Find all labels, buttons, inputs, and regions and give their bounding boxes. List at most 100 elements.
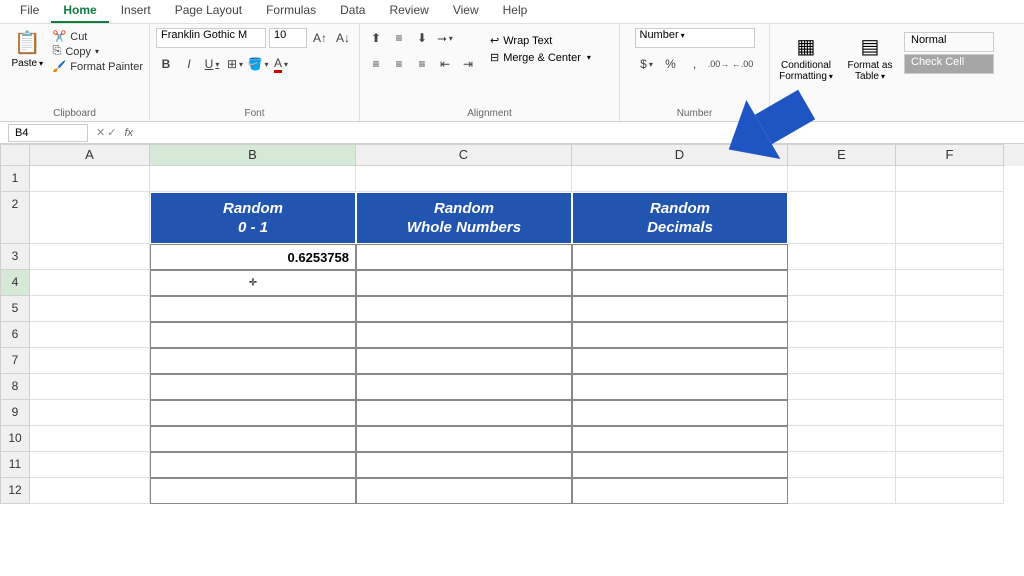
copy-button[interactable]: ⎘Copy▾ — [53, 45, 143, 58]
cell-B2[interactable]: Random 0 - 1 — [150, 192, 356, 244]
cell-C2[interactable]: Random Whole Numbers — [356, 192, 572, 244]
row-header-1[interactable]: 1 — [0, 166, 30, 192]
row-header-8[interactable]: 8 — [0, 374, 30, 400]
cell-E9[interactable] — [788, 400, 896, 426]
cell-E2[interactable] — [788, 192, 896, 244]
cell-F8[interactable] — [896, 374, 1004, 400]
tab-data[interactable]: Data — [328, 0, 377, 23]
cell-D5[interactable] — [572, 296, 788, 322]
tab-file[interactable]: File — [8, 0, 51, 23]
tab-page-layout[interactable]: Page Layout — [163, 0, 254, 23]
percent-icon[interactable]: % — [661, 54, 681, 74]
cell-F1[interactable] — [896, 166, 1004, 192]
cell-A6[interactable] — [30, 322, 150, 348]
align-middle-icon[interactable]: ≡ — [389, 28, 409, 48]
cell-E10[interactable] — [788, 426, 896, 452]
cell-B9[interactable] — [150, 400, 356, 426]
cell-C10[interactable] — [356, 426, 572, 452]
cell-C4[interactable] — [356, 270, 572, 296]
cancel-formula-icon[interactable]: ✕ — [96, 126, 105, 139]
wrap-text-button[interactable]: ↩Wrap Text — [490, 34, 591, 47]
increase-decimal-icon[interactable]: .00→ — [709, 54, 729, 74]
cell-C7[interactable] — [356, 348, 572, 374]
select-all-corner[interactable] — [0, 144, 30, 166]
cell-B8[interactable] — [150, 374, 356, 400]
cell-A2[interactable] — [30, 192, 150, 244]
cell-E1[interactable] — [788, 166, 896, 192]
indent-increase-icon[interactable]: ⇥ — [458, 54, 478, 74]
align-top-icon[interactable]: ⬆ — [366, 28, 386, 48]
col-header-A[interactable]: A — [30, 144, 150, 166]
enter-formula-icon[interactable]: ✓ — [107, 126, 116, 139]
row-header-10[interactable]: 10 — [0, 426, 30, 452]
cell-D8[interactable] — [572, 374, 788, 400]
cell-F4[interactable] — [896, 270, 1004, 296]
cell-D12[interactable] — [572, 478, 788, 504]
cell-E6[interactable] — [788, 322, 896, 348]
cell-D11[interactable] — [572, 452, 788, 478]
align-right-icon[interactable]: ≡ — [412, 54, 432, 74]
cell-F10[interactable] — [896, 426, 1004, 452]
cell-B7[interactable] — [150, 348, 356, 374]
row-header-6[interactable]: 6 — [0, 322, 30, 348]
tab-help[interactable]: Help — [491, 0, 540, 23]
cell-A12[interactable] — [30, 478, 150, 504]
col-header-C[interactable]: C — [356, 144, 572, 166]
bold-button[interactable]: B — [156, 54, 176, 74]
cell-F7[interactable] — [896, 348, 1004, 374]
row-header-12[interactable]: 12 — [0, 478, 30, 504]
borders-button[interactable]: ⊞ — [225, 54, 245, 74]
cell-B10[interactable] — [150, 426, 356, 452]
indent-decrease-icon[interactable]: ⇤ — [435, 54, 455, 74]
cell-E11[interactable] — [788, 452, 896, 478]
decrease-font-icon[interactable]: A↓ — [333, 28, 353, 48]
cell-A8[interactable] — [30, 374, 150, 400]
cell-A1[interactable] — [30, 166, 150, 192]
cell-F5[interactable] — [896, 296, 1004, 322]
format-painter-button[interactable]: 🖌️Format Painter — [53, 60, 143, 73]
cell-C8[interactable] — [356, 374, 572, 400]
cell-C11[interactable] — [356, 452, 572, 478]
cell-B6[interactable] — [150, 322, 356, 348]
row-header-5[interactable]: 5 — [0, 296, 30, 322]
comma-icon[interactable]: , — [685, 54, 705, 74]
cell-E3[interactable] — [788, 244, 896, 270]
cell-D10[interactable] — [572, 426, 788, 452]
cell-B4[interactable]: ✛ — [150, 270, 356, 296]
orientation-icon[interactable]: ⭢ — [435, 28, 455, 48]
cell-A3[interactable] — [30, 244, 150, 270]
cell-D7[interactable] — [572, 348, 788, 374]
cell-A9[interactable] — [30, 400, 150, 426]
font-name-select[interactable]: Franklin Gothic M — [156, 28, 266, 48]
col-header-F[interactable]: F — [896, 144, 1004, 166]
cell-C6[interactable] — [356, 322, 572, 348]
cell-B3[interactable]: 0.6253758 — [150, 244, 356, 270]
cell-E4[interactable] — [788, 270, 896, 296]
cell-E8[interactable] — [788, 374, 896, 400]
cell-F11[interactable] — [896, 452, 1004, 478]
cell-B12[interactable] — [150, 478, 356, 504]
increase-font-icon[interactable]: A↑ — [310, 28, 330, 48]
style-normal[interactable]: Normal — [904, 32, 994, 52]
cell-A4[interactable] — [30, 270, 150, 296]
row-header-4[interactable]: 4 — [0, 270, 30, 296]
number-format-select[interactable]: Number — [635, 28, 755, 48]
col-header-E[interactable]: E — [788, 144, 896, 166]
style-check-cell[interactable]: Check Cell — [904, 54, 994, 74]
cell-D4[interactable] — [572, 270, 788, 296]
cell-D3[interactable] — [572, 244, 788, 270]
row-header-9[interactable]: 9 — [0, 400, 30, 426]
col-header-B[interactable]: B — [150, 144, 356, 166]
fx-icon[interactable]: fx — [124, 127, 133, 139]
cell-C12[interactable] — [356, 478, 572, 504]
cell-C5[interactable] — [356, 296, 572, 322]
font-color-button[interactable]: A — [271, 54, 291, 74]
cell-C3[interactable] — [356, 244, 572, 270]
fill-color-button[interactable]: 🪣 — [248, 54, 268, 74]
name-box[interactable] — [8, 124, 88, 142]
cell-E7[interactable] — [788, 348, 896, 374]
cell-E12[interactable] — [788, 478, 896, 504]
row-header-2[interactable]: 2 — [0, 192, 30, 244]
tab-formulas[interactable]: Formulas — [254, 0, 328, 23]
align-center-icon[interactable]: ≡ — [389, 54, 409, 74]
